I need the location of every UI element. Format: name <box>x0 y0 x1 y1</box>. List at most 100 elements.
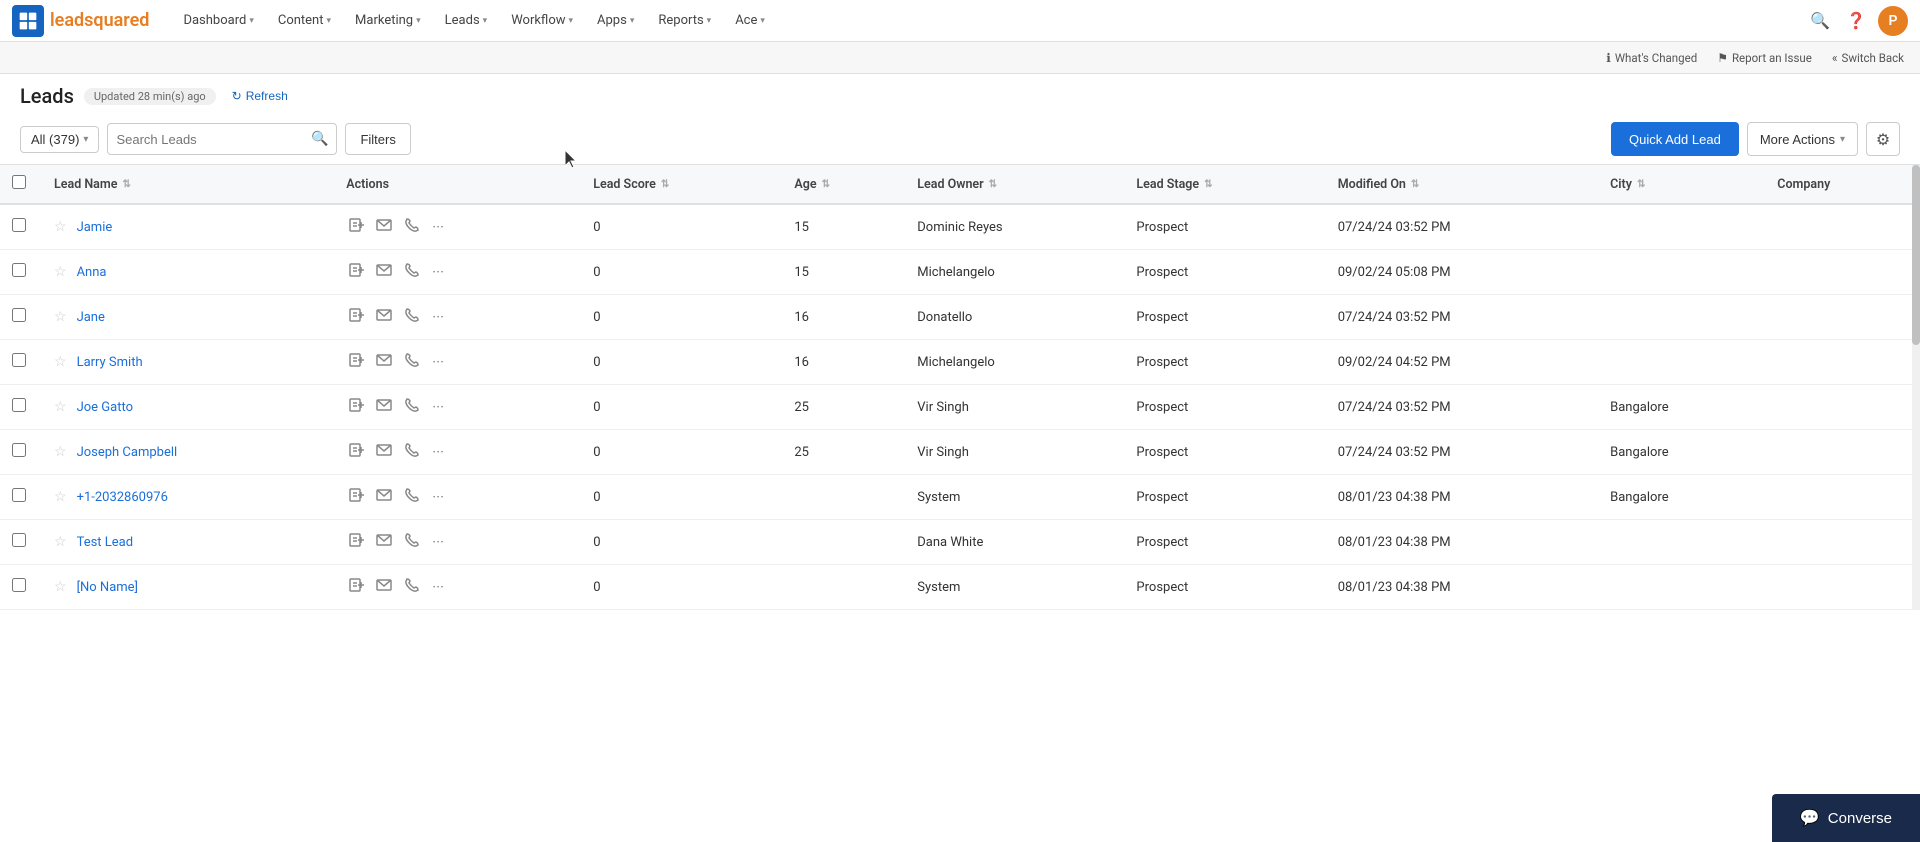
whats-changed-link[interactable]: ℹ What's Changed <box>1606 51 1697 65</box>
nav-item-workflow[interactable]: Workflow ▾ <box>501 7 583 34</box>
email-icon[interactable] <box>374 305 394 329</box>
row-checkbox[interactable] <box>12 353 26 367</box>
lead-owner-cell: Dana White <box>903 520 1122 565</box>
modified-on-column[interactable]: Modified On ⇅ <box>1324 165 1596 204</box>
filters-button[interactable]: Filters <box>345 123 410 155</box>
row-checkbox[interactable] <box>12 308 26 322</box>
more-options-icon[interactable]: ··· <box>430 216 446 238</box>
phone-icon[interactable] <box>402 260 422 284</box>
more-options-icon[interactable]: ··· <box>430 531 446 553</box>
add-task-icon[interactable] <box>346 440 366 464</box>
phone-icon[interactable] <box>402 530 422 554</box>
more-options-icon[interactable]: ··· <box>430 576 446 598</box>
search-button[interactable]: 🔍 <box>1806 7 1834 35</box>
row-checkbox[interactable] <box>12 263 26 277</box>
nav-item-leads[interactable]: Leads ▾ <box>435 7 498 34</box>
add-task-icon[interactable] <box>346 350 366 374</box>
age-column[interactable]: Age ⇅ <box>780 165 903 204</box>
row-checkbox[interactable] <box>12 533 26 547</box>
more-options-icon[interactable]: ··· <box>430 441 446 463</box>
report-issue-link[interactable]: ⚑ Report an Issue <box>1717 51 1812 65</box>
phone-icon[interactable] <box>402 575 422 599</box>
email-icon[interactable] <box>374 260 394 284</box>
scrollbar-thumb[interactable] <box>1912 165 1920 345</box>
lead-owner-column[interactable]: Lead Owner ⇅ <box>903 165 1122 204</box>
phone-icon[interactable] <box>402 395 422 419</box>
lead-score-column[interactable]: Lead Score ⇅ <box>579 165 780 204</box>
favorite-star-icon[interactable]: ☆ <box>54 579 67 595</box>
more-options-icon[interactable]: ··· <box>430 261 446 283</box>
switch-back-link[interactable]: « Switch Back <box>1832 51 1904 65</box>
more-options-icon[interactable]: ··· <box>430 396 446 418</box>
more-options-icon[interactable]: ··· <box>430 306 446 328</box>
row-checkbox[interactable] <box>12 218 26 232</box>
email-icon[interactable] <box>374 530 394 554</box>
favorite-star-icon[interactable]: ☆ <box>54 444 67 460</box>
email-icon[interactable] <box>374 215 394 239</box>
row-checkbox[interactable] <box>12 488 26 502</box>
row-checkbox[interactable] <box>12 398 26 412</box>
add-task-icon[interactable] <box>346 530 366 554</box>
favorite-star-icon[interactable]: ☆ <box>54 534 67 550</box>
nav-item-content[interactable]: Content ▾ <box>268 7 341 34</box>
more-options-icon[interactable]: ··· <box>430 351 446 373</box>
modified-on-cell: 08/01/23 04:38 PM <box>1324 520 1596 565</box>
lead-name-link[interactable]: Anna <box>77 265 107 280</box>
email-icon[interactable] <box>374 395 394 419</box>
phone-icon[interactable] <box>402 215 422 239</box>
city-cell <box>1596 250 1763 295</box>
city-column[interactable]: City ⇅ <box>1596 165 1763 204</box>
logo[interactable]: leadsquared <box>12 5 149 37</box>
add-task-icon[interactable] <box>346 395 366 419</box>
row-checkbox[interactable] <box>12 443 26 457</box>
lead-name-column[interactable]: Lead Name ⇅ <box>40 165 332 204</box>
help-button[interactable]: ❓ <box>1842 7 1870 35</box>
lead-owner-cell: Michelangelo <box>903 340 1122 385</box>
row-checkbox[interactable] <box>12 578 26 592</box>
avatar[interactable]: P <box>1878 6 1908 36</box>
nav-item-ace[interactable]: Ace ▾ <box>725 7 775 34</box>
email-icon[interactable] <box>374 575 394 599</box>
email-icon[interactable] <box>374 485 394 509</box>
add-task-icon[interactable] <box>346 485 366 509</box>
add-task-icon[interactable] <box>346 260 366 284</box>
lead-stage-column[interactable]: Lead Stage ⇅ <box>1122 165 1323 204</box>
actions-cell: ··· <box>332 475 579 520</box>
lead-name-link[interactable]: Joseph Campbell <box>77 445 178 460</box>
add-task-icon[interactable] <box>346 575 366 599</box>
favorite-star-icon[interactable]: ☆ <box>54 219 67 235</box>
email-icon[interactable] <box>374 350 394 374</box>
nav-item-reports[interactable]: Reports ▾ <box>648 7 721 34</box>
favorite-star-icon[interactable]: ☆ <box>54 309 67 325</box>
converse-button[interactable]: 💬 Converse <box>1772 794 1920 842</box>
phone-icon[interactable] <box>402 350 422 374</box>
phone-icon[interactable] <box>402 485 422 509</box>
favorite-star-icon[interactable]: ☆ <box>54 264 67 280</box>
nav-item-marketing[interactable]: Marketing ▾ <box>345 7 431 34</box>
favorite-star-icon[interactable]: ☆ <box>54 399 67 415</box>
more-actions-button[interactable]: More Actions ▾ <box>1747 122 1858 156</box>
more-options-icon[interactable]: ··· <box>430 486 446 508</box>
nav-item-dashboard[interactable]: Dashboard ▾ <box>173 7 263 34</box>
phone-icon[interactable] <box>402 440 422 464</box>
email-icon[interactable] <box>374 440 394 464</box>
phone-icon[interactable] <box>402 305 422 329</box>
nav-item-apps[interactable]: Apps ▾ <box>587 7 644 34</box>
lead-name-link[interactable]: Larry Smith <box>77 355 143 370</box>
lead-name-link[interactable]: +1-2032860976 <box>77 490 168 505</box>
lead-name-link[interactable]: Jamie <box>77 220 113 235</box>
add-task-icon[interactable] <box>346 305 366 329</box>
all-leads-button[interactable]: All (379) ▾ <box>20 126 99 153</box>
favorite-star-icon[interactable]: ☆ <box>54 354 67 370</box>
add-task-icon[interactable] <box>346 215 366 239</box>
settings-button[interactable]: ⚙ <box>1866 122 1900 156</box>
search-input[interactable] <box>116 132 311 147</box>
lead-name-link[interactable]: Jane <box>77 310 105 325</box>
lead-name-link[interactable]: Test Lead <box>77 535 134 550</box>
favorite-star-icon[interactable]: ☆ <box>54 489 67 505</box>
lead-name-link[interactable]: Joe Gatto <box>77 400 133 415</box>
refresh-button[interactable]: ↻ Refresh <box>226 87 294 105</box>
select-all-checkbox[interactable] <box>12 175 26 189</box>
lead-name-link[interactable]: [No Name] <box>77 580 138 595</box>
quick-add-lead-button[interactable]: Quick Add Lead <box>1611 122 1739 156</box>
